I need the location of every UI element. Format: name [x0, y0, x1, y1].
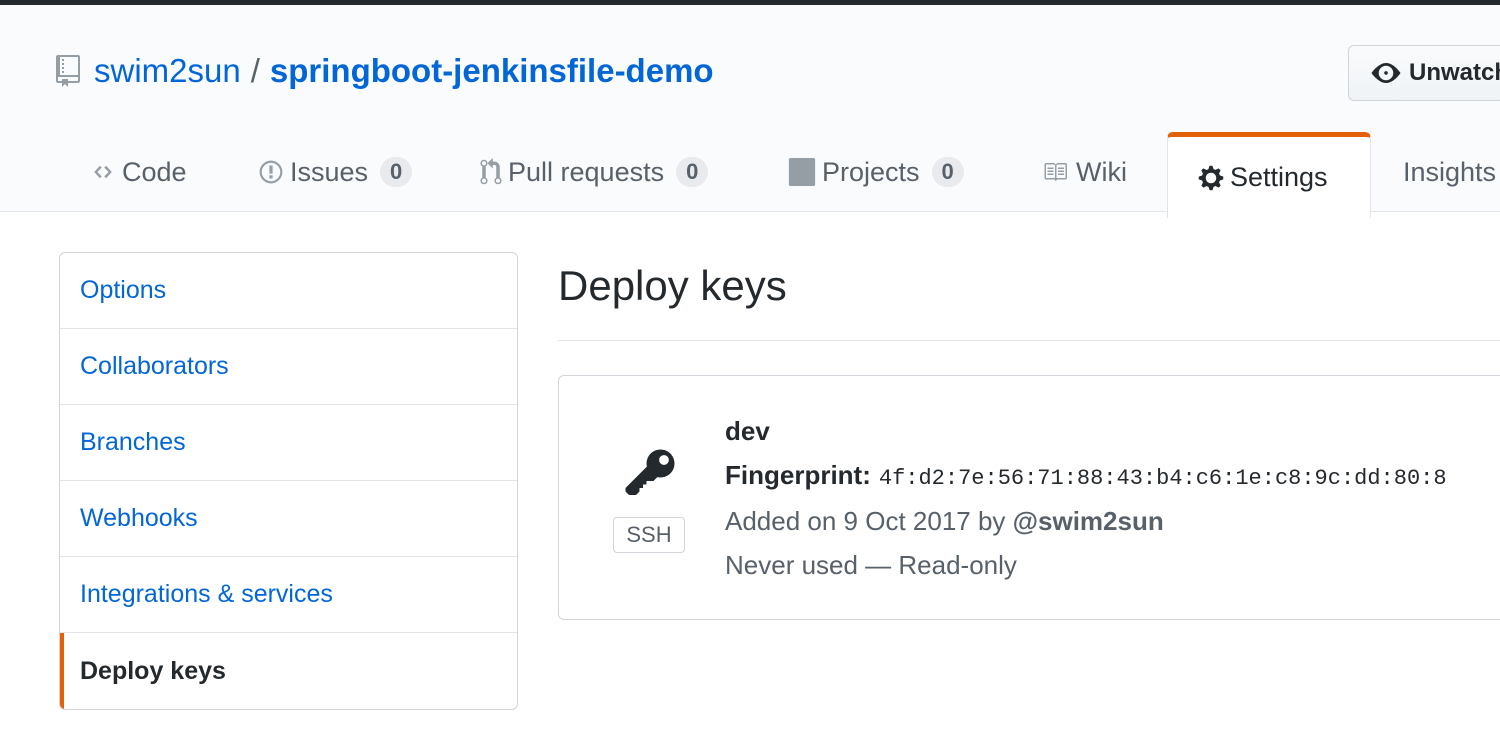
gear-icon: [1198, 164, 1224, 192]
issue-opened-icon: [258, 159, 284, 185]
tab-projects[interactable]: Projects 0: [788, 132, 964, 212]
tab-wiki-label: Wiki: [1076, 156, 1127, 187]
tab-issues[interactable]: Issues 0: [258, 132, 413, 212]
tab-settings[interactable]: Settings: [1167, 132, 1371, 218]
tab-code-label: Code: [122, 156, 187, 187]
repo-name-link[interactable]: springboot-jenkinsfile-demo: [270, 52, 714, 90]
repo-icon: [56, 55, 80, 87]
tab-insights[interactable]: Insights: [1403, 132, 1496, 212]
key-icon: [625, 449, 675, 495]
projects-count-badge: 0: [931, 157, 964, 187]
repo-nav-tabs: Code Issues 0 Pull requests 0 Projects 0: [0, 132, 1500, 218]
deploy-key-item: SSH dev Fingerprint: 4f:d2:7e:56:71:88:43…: [558, 375, 1500, 620]
deploy-key-fingerprint: Fingerprint: 4f:d2:7e:56:71:88:43:b4:c6:1…: [725, 460, 1447, 491]
repo-owner-link[interactable]: swim2sun: [94, 52, 241, 90]
fingerprint-value: 4f:d2:7e:56:71:88:43:b4:c6:1e:c8:9c:dd:8…: [878, 466, 1447, 491]
tab-issues-label: Issues: [290, 156, 369, 187]
tab-settings-label: Settings: [1230, 162, 1328, 192]
git-pull-request-icon: [480, 158, 502, 186]
repo-path-separator: /: [250, 52, 260, 89]
ssh-badge: SSH: [613, 517, 685, 553]
deploy-key-added-info: Added on 9 Oct 2017 by @swim2sun: [725, 506, 1164, 537]
added-by-user: @swim2sun: [1012, 506, 1164, 536]
sidebar-item-deploy-keys[interactable]: Deploy keys: [60, 633, 517, 709]
sidebar-item-collaborators[interactable]: Collaborators: [60, 329, 517, 405]
sidebar-item-integrations[interactable]: Integrations & services: [60, 557, 517, 633]
page-title: Deploy keys: [558, 262, 787, 309]
tab-pull-requests[interactable]: Pull requests 0: [480, 132, 709, 212]
sidebar-item-webhooks[interactable]: Webhooks: [60, 481, 517, 557]
tab-insights-label: Insights: [1403, 156, 1497, 187]
project-icon: [788, 158, 816, 186]
title-divider: [558, 340, 1500, 341]
added-text: Added on 9 Oct 2017 by: [725, 506, 1006, 536]
unwatch-label: Unwatch: [1409, 59, 1500, 86]
repo-title: swim2sun / springboot-jenkinsfile-demo: [56, 51, 714, 91]
pull-requests-count-badge: 0: [676, 157, 709, 187]
settings-sidebar: Options Collaborators Branches Webhooks …: [59, 252, 518, 710]
issues-count-badge: 0: [380, 157, 413, 187]
unwatch-button[interactable]: Unwatch: [1348, 45, 1500, 101]
deploy-key-usage: Never used — Read-only: [725, 550, 1017, 580]
sidebar-item-options[interactable]: Options: [60, 253, 517, 329]
deploy-key-name: dev: [725, 416, 770, 446]
tab-projects-label: Projects: [822, 156, 920, 187]
fingerprint-label: Fingerprint:: [725, 460, 871, 490]
eye-icon: [1371, 63, 1401, 83]
repository-header: swim2sun / springboot-jenkinsfile-demo U…: [0, 5, 1500, 218]
tab-wiki[interactable]: Wiki: [1040, 132, 1127, 212]
sidebar-item-branches[interactable]: Branches: [60, 405, 517, 481]
tab-pull-requests-label: Pull requests: [508, 156, 665, 187]
book-icon: [1040, 160, 1070, 184]
code-icon: [90, 162, 116, 182]
tab-code[interactable]: Code: [90, 132, 187, 212]
